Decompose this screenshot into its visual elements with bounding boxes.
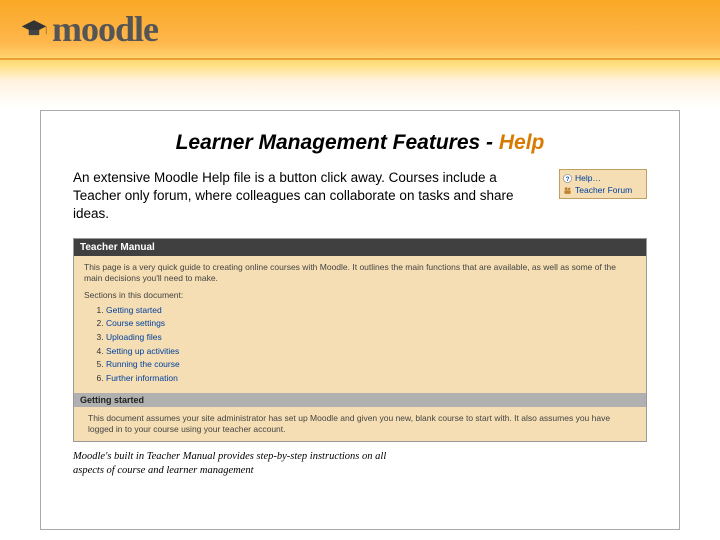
- side-links-box: ? Help… Teacher Forum: [559, 169, 647, 199]
- teacher-manual-panel: Teacher Manual This page is a very quick…: [73, 238, 647, 443]
- list-item: Getting started: [106, 304, 636, 318]
- help-icon: ?: [563, 174, 572, 183]
- figure-caption: Moodle's built in Teacher Manual provide…: [73, 450, 403, 476]
- description-text: An extensive Moodle Help file is a butto…: [73, 169, 547, 224]
- section-link-2[interactable]: Course settings: [106, 318, 165, 328]
- page-header: moodle: [0, 0, 720, 60]
- manual-header: Teacher Manual: [74, 239, 646, 256]
- logo-text: moodle: [52, 8, 158, 50]
- manual-sections-list: Getting started Course settings Uploadin…: [106, 304, 636, 386]
- list-item: Further information: [106, 372, 636, 386]
- list-item: Running the course: [106, 358, 636, 372]
- manual-sub-body: This document assumes your site administ…: [74, 407, 646, 441]
- slide-content: Learner Management Features - Help An ex…: [40, 110, 680, 530]
- graduation-cap-icon: [20, 18, 48, 40]
- section-link-6[interactable]: Further information: [106, 373, 178, 383]
- section-link-1[interactable]: Getting started: [106, 305, 162, 315]
- body-row: An extensive Moodle Help file is a butto…: [73, 169, 647, 224]
- manual-intro: This page is a very quick guide to creat…: [84, 262, 636, 284]
- list-item: Course settings: [106, 317, 636, 331]
- manual-subheader: Getting started: [74, 393, 646, 407]
- teacher-forum-link[interactable]: Teacher Forum: [575, 185, 632, 195]
- manual-body: This page is a very quick guide to creat…: [74, 256, 646, 394]
- help-link-row: ? Help…: [563, 172, 643, 184]
- svg-text:?: ?: [566, 175, 570, 182]
- moodle-logo: moodle: [20, 8, 158, 50]
- slide-title: Learner Management Features - Help: [105, 131, 615, 155]
- list-item: Uploading files: [106, 331, 636, 345]
- section-link-4[interactable]: Setting up activities: [106, 346, 179, 356]
- section-link-3[interactable]: Uploading files: [106, 332, 162, 342]
- list-item: Setting up activities: [106, 345, 636, 359]
- title-main: Learner Management Features -: [176, 131, 499, 154]
- title-help-word: Help: [499, 131, 545, 154]
- help-link[interactable]: Help…: [575, 173, 601, 183]
- teacher-forum-row: Teacher Forum: [563, 184, 643, 196]
- people-icon: [563, 186, 572, 195]
- manual-sections-label: Sections in this document:: [84, 290, 636, 300]
- section-link-5[interactable]: Running the course: [106, 359, 180, 369]
